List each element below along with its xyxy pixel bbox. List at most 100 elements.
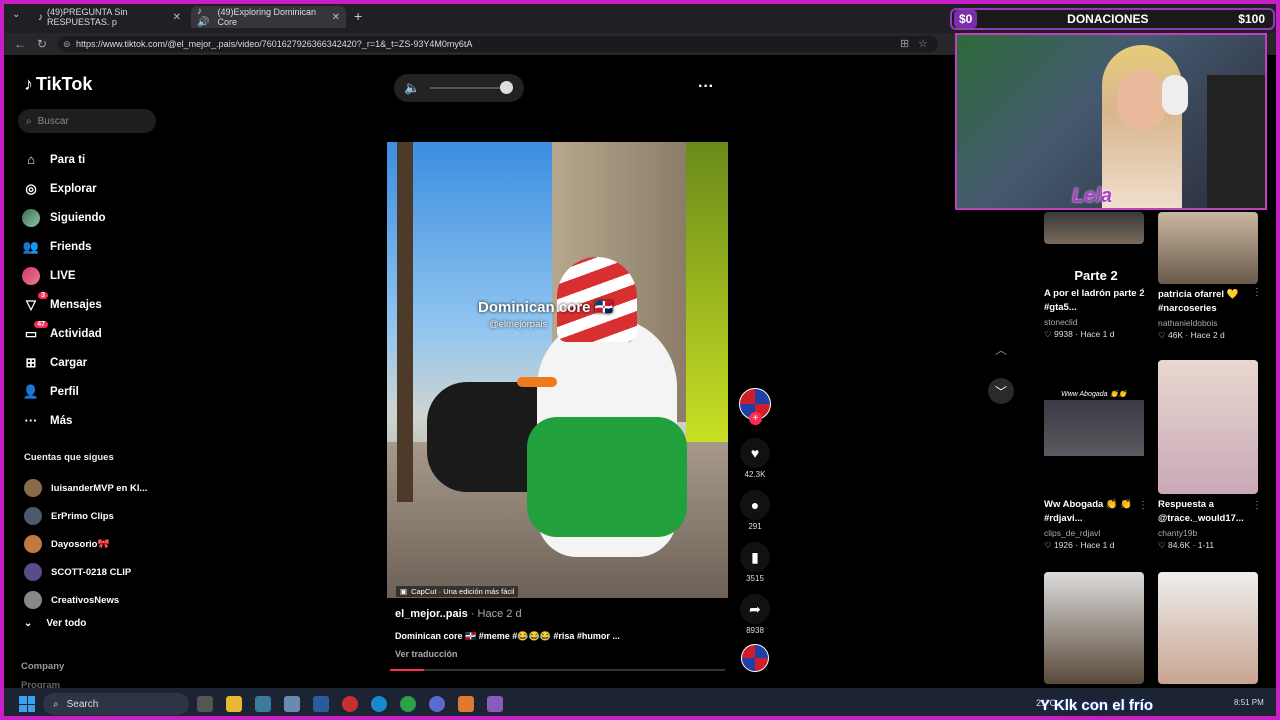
sidebar-item-explorar[interactable]: ◎ Explorar [22, 174, 106, 203]
sidebar-item-mensajes[interactable]: ▽ 3 Mensajes [22, 290, 106, 319]
save-button[interactable]: ▮ 3515 [738, 542, 772, 583]
task-view-icon[interactable] [197, 696, 213, 712]
site-info-icon[interactable]: ⊜ [63, 36, 71, 52]
like-count: 42.3K [744, 470, 766, 479]
avatar [24, 535, 42, 553]
following-name: SCOTT-0218 CLIP [51, 566, 132, 578]
see-all-button[interactable]: ⌄ Ver todo [24, 618, 86, 629]
sidebar-item-perfil[interactable]: 👤 Perfil [22, 377, 106, 406]
sidebar-item-cargar[interactable]: ⊞ Cargar [22, 348, 106, 377]
profile-icon: 👤 [22, 383, 40, 399]
taskbar-search[interactable]: ⌕ Search [43, 693, 189, 715]
more-icon: ··· [24, 413, 38, 428]
avatar [24, 563, 42, 581]
sound-disc[interactable] [738, 644, 772, 672]
share-icon: ➦ [740, 594, 770, 624]
more-icon[interactable]: ⋮ [1138, 500, 1148, 511]
app-icon[interactable] [487, 696, 503, 712]
search-icon: ⌕ [26, 115, 32, 127]
app-icon[interactable] [255, 696, 271, 712]
tiktok-favicon-icon: ♪ [38, 11, 43, 23]
previous-video-button[interactable]: ︿ [988, 336, 1014, 362]
like-button[interactable]: ♥ 42.3K [738, 438, 772, 479]
back-icon[interactable]: ← [14, 37, 26, 51]
video-title: Ww Abogada 👏 👏#rdjavi... [1044, 499, 1133, 524]
related-video-card[interactable]: patricia ofarrel 💛 #narcoseries nathanie… [1158, 212, 1262, 341]
new-tab-icon[interactable]: + [354, 8, 362, 24]
live-icon [22, 266, 40, 285]
messages-badge: 3 [38, 291, 48, 299]
tab-title: (49)PREGUNTA Sin RESPUESTAS. p [47, 7, 128, 27]
close-tab-icon[interactable]: ✕ [332, 12, 340, 23]
related-video-card[interactable]: Respuesta a @trace._would17... chanty19b… [1158, 360, 1262, 551]
next-video-button[interactable]: ﹀ [988, 378, 1014, 404]
obs-icon[interactable] [342, 696, 358, 712]
translate-link[interactable]: Ver traducción [395, 649, 458, 659]
avatar: + [739, 388, 771, 425]
tiktok-logo[interactable]: ♪ TikTok [24, 74, 92, 95]
discord-icon[interactable] [429, 696, 445, 712]
tab-list-icon[interactable]: ⌄ [12, 9, 20, 20]
follow-plus-icon[interactable]: + [749, 412, 762, 425]
install-app-icon[interactable]: ⊞ [900, 37, 909, 50]
comment-icon: ● [740, 490, 770, 520]
volume-slider[interactable] [430, 87, 506, 89]
more-icon[interactable]: ⋮ [1252, 500, 1262, 511]
url-input[interactable]: ⊜ https://www.tiktok.com/@el_mejor_.pais… [58, 36, 938, 52]
sidebar-item-siguiendo[interactable]: Siguiendo [22, 203, 106, 232]
windows-start-icon[interactable] [19, 696, 35, 712]
reload-icon[interactable]: ↻ [37, 37, 47, 51]
search-input[interactable]: ⌕ Buscar [18, 109, 156, 133]
chrome-icon[interactable] [400, 696, 416, 712]
following-item[interactable]: SCOTT-0218 CLIP [24, 558, 147, 586]
comment-button[interactable]: ● 291 [738, 490, 772, 531]
video-user: chanty19b [1158, 528, 1198, 538]
capcut-badge[interactable]: ▣ CapCut · Una edición más fácil [396, 586, 519, 597]
snowman-image [517, 257, 687, 557]
related-video-card[interactable] [1158, 572, 1262, 684]
store-icon[interactable] [313, 696, 329, 712]
close-tab-icon[interactable]: ✕ [173, 12, 181, 23]
sidebar-item-live[interactable]: LIVE [22, 261, 106, 290]
capcut-icon: ▣ [400, 587, 408, 596]
sidebar-item-para-ti[interactable]: ⌂ Para ti [22, 145, 106, 174]
app-icon[interactable] [458, 696, 474, 712]
browser-tab-2[interactable]: ♪🔊 (49)Exploring Dominican Core ✕ [191, 6, 346, 28]
share-button[interactable]: ➦ 8938 [738, 594, 772, 635]
creator-avatar[interactable]: + [738, 388, 772, 425]
sidebar-item-friends[interactable]: 👥 Friends [22, 232, 106, 261]
following-item[interactable]: CreativosNews [24, 586, 147, 614]
calculator-icon[interactable] [284, 696, 300, 712]
file-explorer-icon[interactable] [226, 696, 242, 712]
browser-tab-1[interactable]: ♪ (49)PREGUNTA Sin RESPUESTAS. p ✕ [32, 6, 187, 28]
bookmark-star-icon[interactable]: ☆ [918, 37, 928, 50]
following-item[interactable]: Dayosorio🎀 [24, 530, 147, 558]
volume-control[interactable]: 🔈 [394, 74, 524, 102]
video-author[interactable]: el_mejor..pais · Hace 2 d [395, 608, 522, 620]
home-icon: ⌂ [27, 152, 35, 167]
following-avatar-icon [22, 208, 40, 227]
sidebar-item-label: Explorar [50, 182, 97, 195]
company-link[interactable]: Company [21, 661, 64, 672]
following-item[interactable]: luisanderMVP en Kl... [24, 474, 147, 502]
more-icon[interactable]: ⋮ [1252, 287, 1262, 298]
video-player[interactable] [387, 142, 728, 598]
progress-fill [390, 669, 424, 671]
speaker-icon[interactable]: 🔈 [404, 80, 420, 96]
edge-icon[interactable] [371, 696, 387, 712]
sidebar-item-mas[interactable]: ··· Más [22, 406, 106, 435]
related-video-card[interactable]: Www Abogada 👏👏 Ww Abogada 👏 👏#rdjavi... … [1044, 360, 1148, 551]
video-progress-bar[interactable] [390, 669, 725, 671]
following-title: Cuentas que sigues [24, 452, 114, 463]
related-video-card[interactable]: Parte 2 A por el ladrón parte 2 #gta5...… [1044, 212, 1148, 340]
more-options-icon[interactable]: ··· [698, 78, 714, 96]
sidebar-item-actividad[interactable]: ▭ 47 Actividad [22, 319, 106, 348]
donations-current: $0 [954, 10, 978, 28]
more-icon[interactable]: ⋮ [1138, 287, 1148, 298]
clock-label[interactable]: 8:51 PM [1234, 698, 1264, 707]
related-video-card[interactable] [1044, 572, 1148, 684]
donations-goal: $100 [1238, 12, 1265, 26]
chevron-up-icon: ︿ [994, 342, 1007, 357]
volume-knob[interactable] [500, 81, 513, 94]
following-item[interactable]: ErPrimo Clips [24, 502, 147, 530]
